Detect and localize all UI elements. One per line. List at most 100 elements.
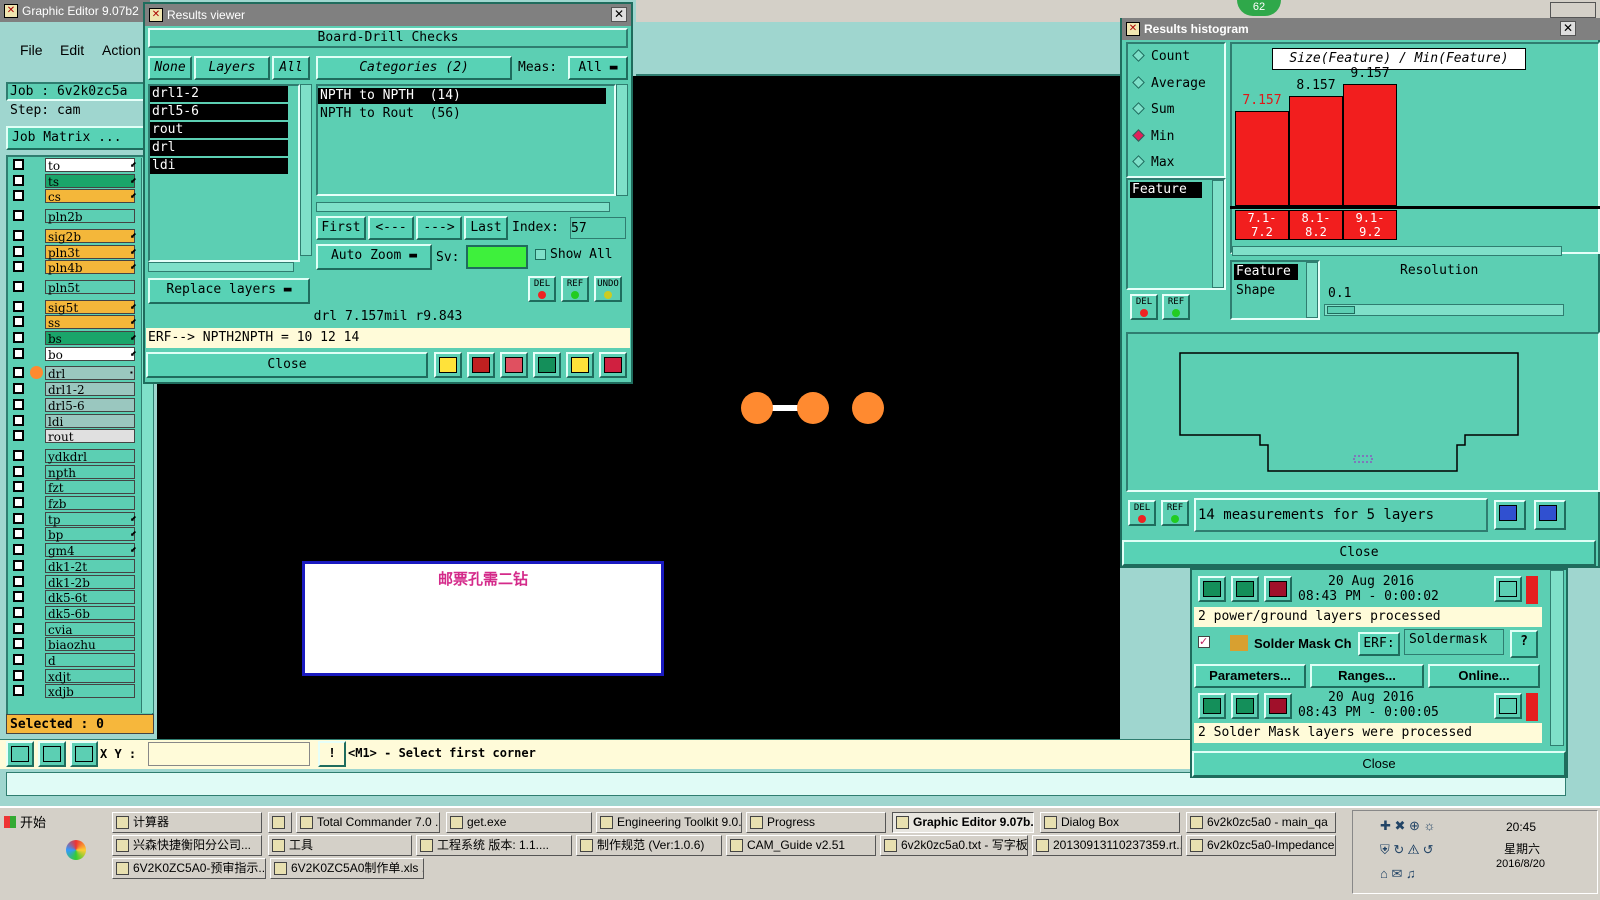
layer-name[interactable]: pln5t (45, 279, 135, 295)
replace-layers-select[interactable]: Replace layers ▬ (148, 278, 310, 304)
xy-input[interactable] (148, 742, 310, 766)
hist-export-1[interactable] (1494, 500, 1526, 530)
rv-category-item[interactable]: NPTH to NPTH (14) (318, 88, 606, 104)
layer-name[interactable]: ts (45, 173, 135, 189)
sv-color-select[interactable] (466, 245, 528, 269)
none-button[interactable]: None (148, 56, 192, 80)
layer-row[interactable]: dk1-2b (10, 574, 155, 590)
rv-tool-4[interactable] (533, 352, 561, 378)
layer-name[interactable]: xdjt (45, 668, 135, 684)
histogram-bar[interactable] (1235, 111, 1289, 206)
online-button[interactable]: Online... (1428, 664, 1540, 688)
layer-checkbox[interactable] (13, 559, 24, 571)
layer-checkbox[interactable] (13, 449, 24, 461)
hist-del-button[interactable]: DEL (1130, 294, 1158, 320)
layer-name[interactable]: bs (45, 331, 135, 346)
menu-action[interactable]: Action (102, 42, 141, 58)
categories-tab[interactable]: Categories (2) (316, 56, 512, 80)
rv-layer-item[interactable]: drl (150, 140, 288, 156)
layer-row[interactable]: drl1-2 (10, 382, 155, 397)
layer-row[interactable]: drl5-6 (10, 397, 155, 413)
layer-name[interactable]: gm4 (45, 543, 135, 558)
layer-row[interactable]: dk5-6t (10, 590, 155, 605)
layer-name[interactable]: dk1-2b (45, 574, 135, 590)
rv-tool-5[interactable] (566, 352, 594, 378)
taskbar-button[interactable]: get.exe (446, 812, 592, 833)
taskbar-button[interactable]: CAM_Guide v2.51 (726, 835, 876, 856)
rv-tool-2[interactable] (467, 352, 495, 378)
layer-row[interactable]: tp ⬋ (10, 511, 155, 527)
slider-handle[interactable] (1327, 306, 1355, 314)
rv-layer-item[interactable]: drl1-2 (150, 86, 288, 102)
meas-select[interactable]: All ▬ (568, 56, 628, 80)
hist-ref2-button[interactable]: REF (1161, 500, 1189, 526)
taskbar-button[interactable]: Engineering Toolkit 9.0... (596, 812, 742, 833)
del-button[interactable]: DEL (528, 276, 556, 302)
ref-button[interactable]: REF (561, 276, 589, 302)
layer-name[interactable]: pln2b (45, 209, 135, 224)
layer-row[interactable]: pln5t (10, 279, 155, 295)
drill-hole[interactable] (797, 392, 829, 424)
taskbar-button[interactable]: 6v2k0zc5a0 - main_qa (1186, 812, 1336, 833)
grid-tool-button[interactable] (70, 741, 98, 767)
rv-category-item[interactable]: NPTH to Rout (56) (318, 106, 606, 122)
checklist-scroll[interactable] (1550, 570, 1564, 746)
layer-name[interactable]: drl (45, 366, 135, 381)
taskbar-button[interactable]: Total Commander 7.0 ... (296, 812, 440, 833)
layer-row[interactable]: to ⬋ (10, 158, 155, 173)
layer-checkbox[interactable] (13, 174, 24, 186)
zoom-tool-button[interactable] (6, 741, 34, 767)
hist-export-2[interactable] (1534, 500, 1566, 530)
layer-name[interactable]: pln4b (45, 260, 135, 275)
drill-hole[interactable] (741, 392, 773, 424)
taskbar-button[interactable] (268, 812, 292, 833)
layer-row[interactable]: dk5-6b (10, 605, 155, 621)
histogram-bar[interactable] (1343, 84, 1397, 206)
run-icon[interactable] (1264, 693, 1292, 719)
layer-row[interactable]: gm4 ⬋ (10, 543, 155, 558)
layer-checkbox[interactable] (13, 190, 24, 202)
rv-close-button[interactable]: Close (146, 352, 428, 378)
layer-checkbox[interactable] (13, 669, 24, 681)
layer-name[interactable]: sig5t (45, 299, 135, 315)
hist-feature-scroll[interactable] (1212, 180, 1224, 288)
layer-checkbox[interactable] (13, 159, 24, 170)
taskbar-button[interactable]: 工具 (268, 835, 412, 856)
rv-layer-item[interactable]: ldi (150, 158, 288, 174)
layer-checkbox[interactable] (13, 261, 24, 273)
index-input[interactable] (570, 217, 626, 239)
layer-name[interactable]: fzb (45, 496, 135, 511)
layer-name[interactable]: sig2b (45, 228, 135, 244)
layer-row[interactable]: sig5t ⬋ (10, 299, 155, 315)
layer-checkbox[interactable] (13, 606, 24, 618)
layer-row[interactable]: xdjt (10, 668, 155, 684)
layer-name[interactable]: drl1-2 (45, 382, 135, 397)
layer-name[interactable]: d (45, 653, 135, 668)
help-button[interactable]: ? (1510, 630, 1538, 658)
menu-edit[interactable]: Edit (60, 42, 84, 58)
show-all-checkbox[interactable] (535, 249, 546, 260)
layer-row[interactable]: sig2b ⬋ (10, 228, 155, 244)
layer-checkbox[interactable] (13, 465, 24, 477)
layer-name[interactable]: cvia (45, 621, 135, 637)
layer-row[interactable]: bo ⬋ (10, 346, 155, 362)
layer-name[interactable]: bp (45, 527, 135, 542)
rv-layer-item[interactable]: drl5-6 (150, 104, 288, 120)
layer-name[interactable]: ydkdrl (45, 448, 135, 464)
layer-checkbox[interactable] (13, 280, 24, 292)
layer-row[interactable]: cvia (10, 621, 155, 637)
run-icon[interactable] (1231, 693, 1259, 719)
layer-row[interactable]: bs ⬋ (10, 331, 155, 346)
zoom-in-icon[interactable] (1494, 693, 1522, 719)
layer-name[interactable]: dk5-6t (45, 590, 135, 605)
first-button[interactable]: First (316, 216, 366, 240)
taskbar-button[interactable]: 计算器 (112, 812, 262, 833)
histogram-bar[interactable] (1289, 96, 1343, 206)
rv-layer-hscroll[interactable] (148, 262, 294, 272)
measure-tool-button[interactable] (38, 741, 66, 767)
next-button[interactable]: ---> (416, 216, 462, 240)
rv-layer-item[interactable]: rout (150, 122, 288, 138)
layer-checkbox[interactable] (13, 347, 24, 359)
layer-checkbox[interactable] (13, 654, 24, 665)
layer-checkbox[interactable] (13, 430, 24, 442)
